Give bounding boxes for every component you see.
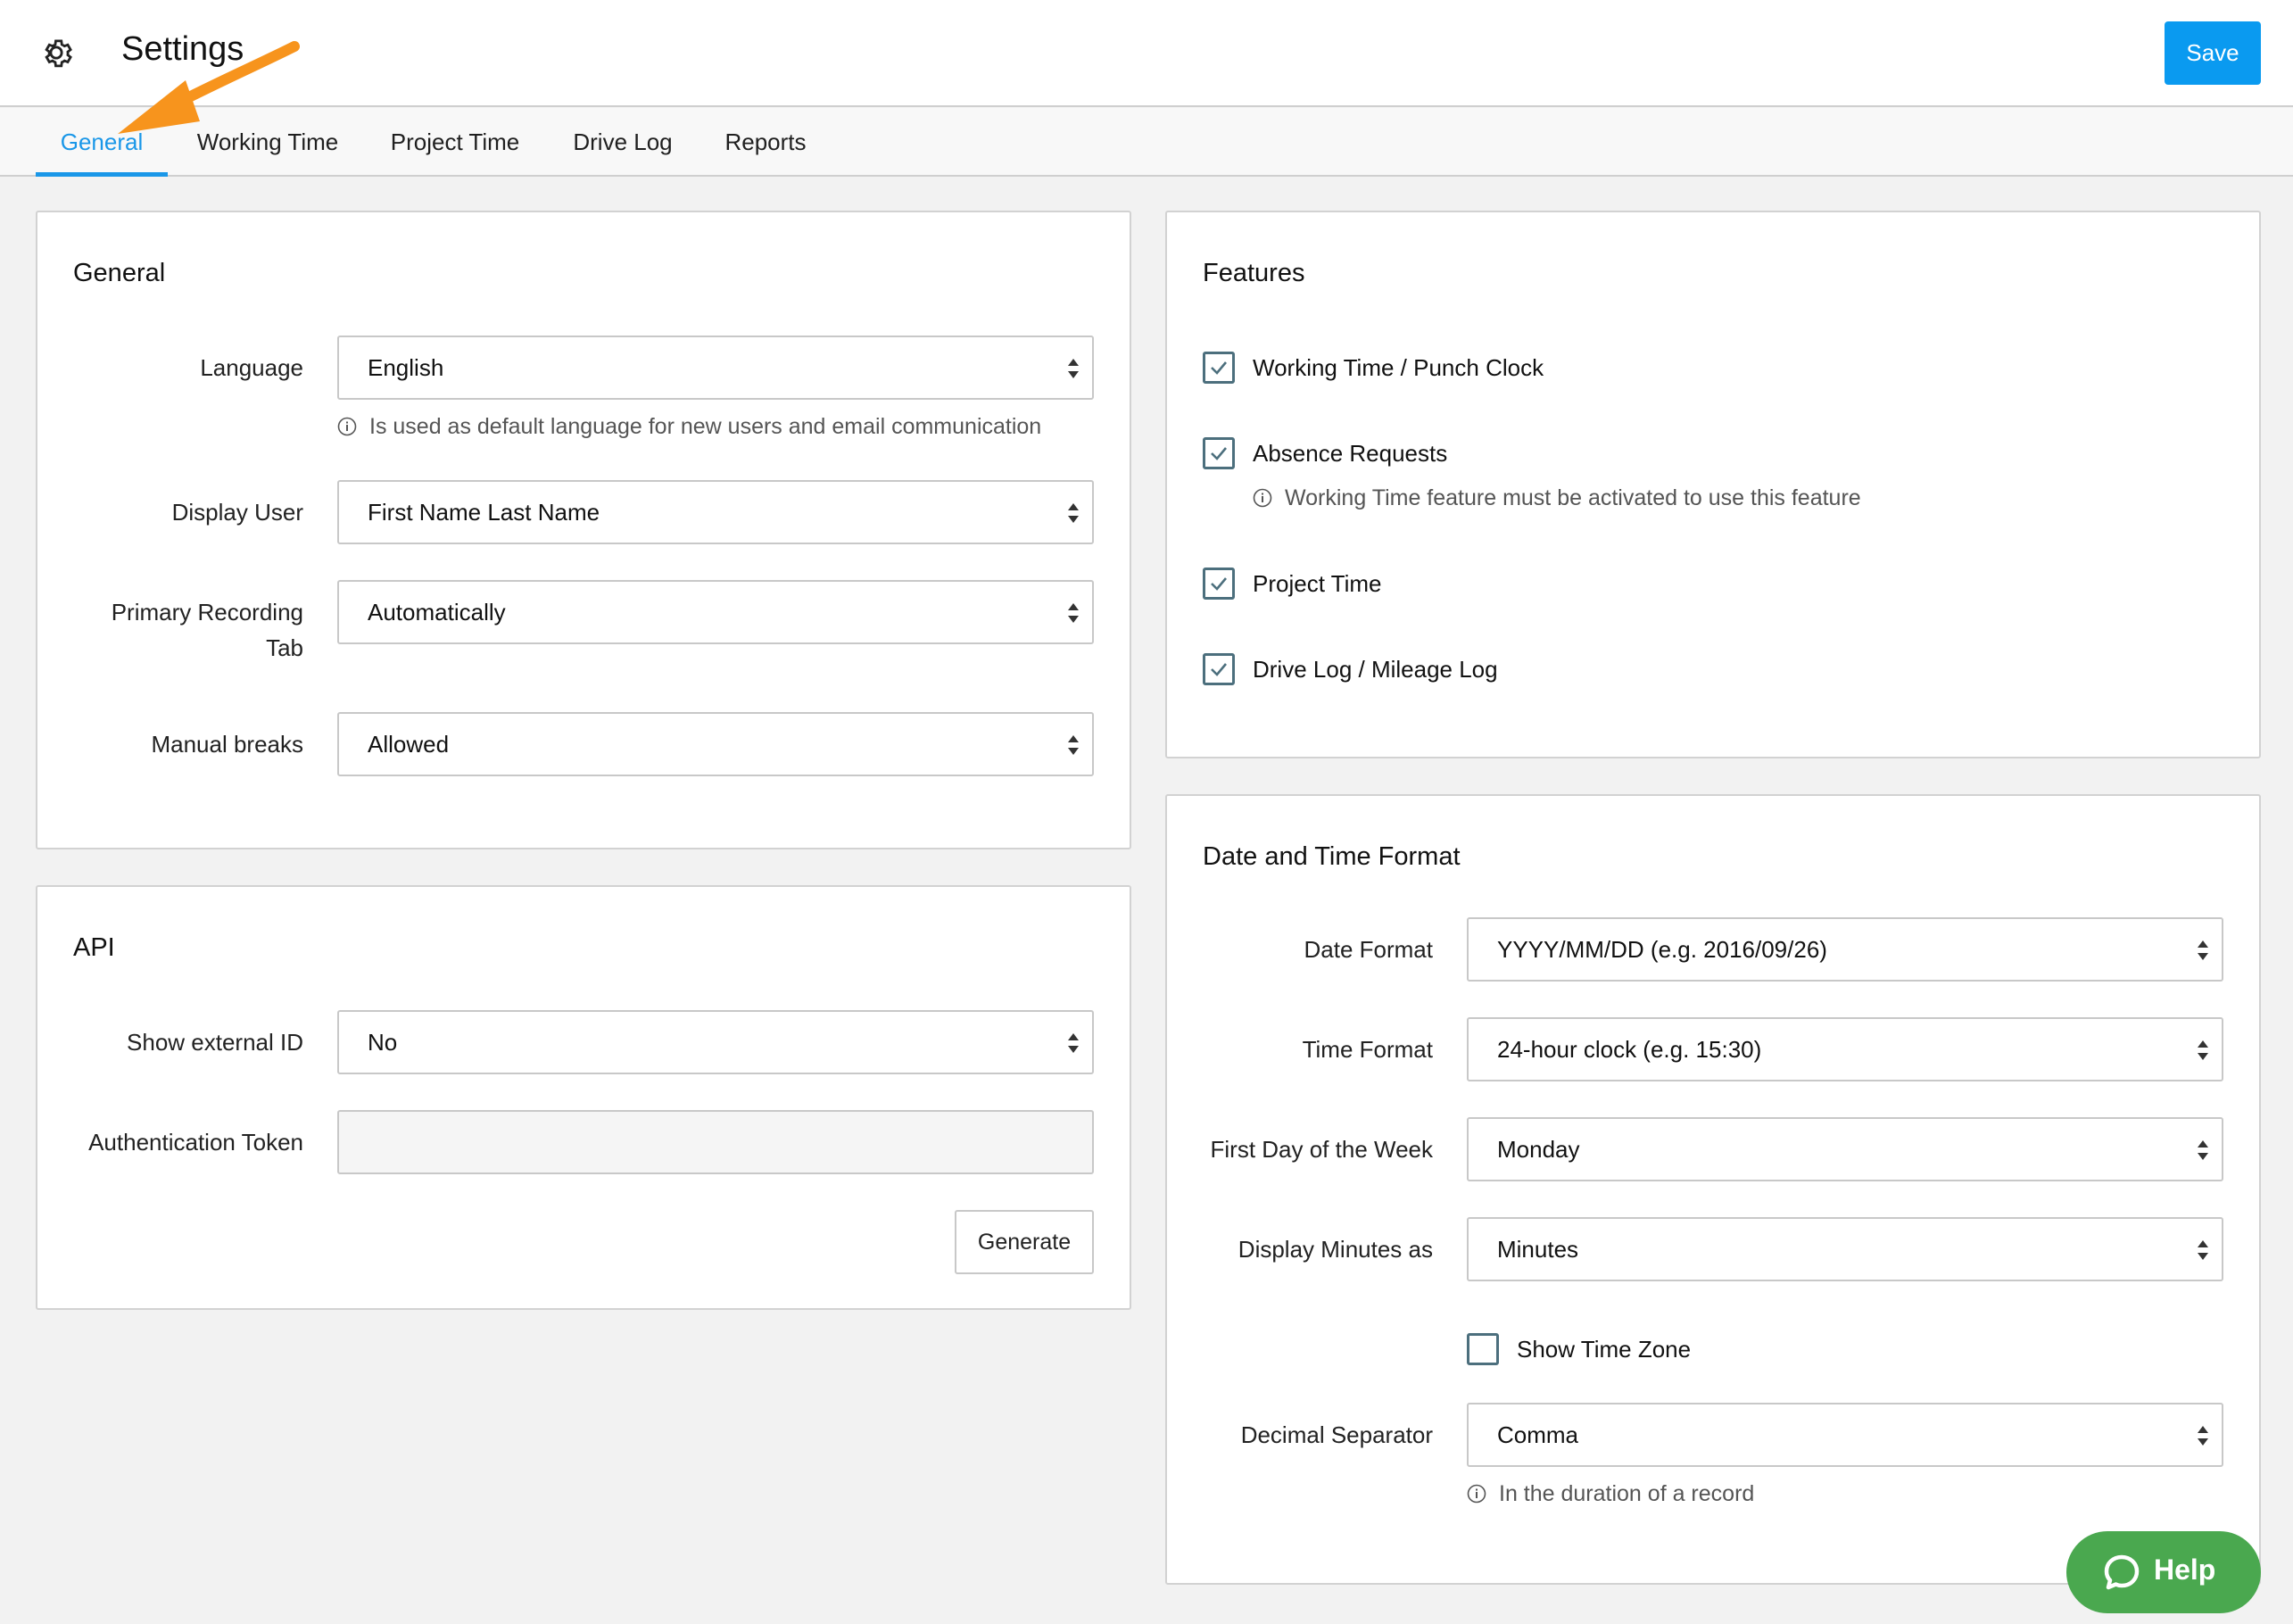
first-day-label: First Day of the Week — [1210, 1136, 1434, 1163]
language-label: Language — [200, 354, 303, 381]
api-card: API Show external ID No Authentication T… — [36, 885, 1131, 1310]
language-select[interactable]: English — [337, 336, 1094, 400]
display-user-value: First Name Last Name — [368, 499, 600, 526]
help-label: Help — [2154, 1554, 2216, 1586]
time-format-label: Time Format — [1302, 1036, 1433, 1063]
datetime-card-title: Date and Time Format — [1203, 842, 1461, 871]
minutes-label: Display Minutes as — [1238, 1236, 1433, 1263]
external-id-value: No — [368, 1029, 398, 1056]
auth-token-label: Authentication Token — [88, 1129, 303, 1156]
manual-breaks-label: Manual breaks — [151, 731, 303, 758]
working-time-label: Working Time / Punch Clock — [1253, 354, 1544, 381]
generate-button[interactable]: Generate — [955, 1210, 1094, 1274]
general-card: General Language English Is used as defa… — [36, 211, 1131, 849]
tab-bar: General Working Time Project Time Drive … — [0, 108, 2293, 177]
decimal-separator-label: Decimal Separator — [1240, 1421, 1433, 1448]
minutes-value: Minutes — [1497, 1236, 1579, 1263]
info-icon — [337, 417, 357, 436]
external-id-label: Show external ID — [127, 1029, 303, 1056]
save-button[interactable]: Save — [2165, 21, 2261, 85]
features-card-title: Features — [1203, 259, 1305, 287]
display-user-label: Display User — [171, 499, 303, 526]
date-format-select[interactable]: YYYY/MM/DD (e.g. 2016/09/26) — [1467, 917, 2223, 982]
drive-log-checkbox[interactable] — [1203, 653, 1235, 685]
auth-token-input[interactable] — [337, 1110, 1094, 1174]
manual-breaks-value: Allowed — [368, 731, 450, 758]
sort-arrows-icon — [2198, 940, 2208, 960]
absence-requests-hint: Working Time feature must be activated t… — [1253, 480, 1861, 516]
time-format-select[interactable]: 24-hour clock (e.g. 15:30) — [1467, 1017, 2223, 1081]
first-day-value: Monday — [1497, 1136, 1580, 1163]
time-format-value: 24-hour clock (e.g. 15:30) — [1497, 1036, 1762, 1063]
absence-requests-checkbox[interactable] — [1203, 437, 1235, 469]
drive-log-label: Drive Log / Mileage Log — [1253, 656, 1498, 683]
primary-tab-select[interactable]: Automatically — [337, 580, 1094, 644]
check-icon — [1211, 447, 1227, 460]
sort-arrows-icon — [1068, 359, 1079, 378]
info-icon — [1467, 1484, 1486, 1504]
sort-arrows-icon — [1068, 735, 1079, 755]
show-time-zone-checkbox[interactable] — [1467, 1333, 1499, 1365]
language-hint: Is used as default language for new user… — [337, 409, 1041, 444]
project-time-label: Project Time — [1253, 570, 1382, 597]
decimal-separator-hint: In the duration of a record — [1467, 1476, 1754, 1512]
display-user-select[interactable]: First Name Last Name — [337, 480, 1094, 544]
check-icon — [1211, 663, 1227, 676]
date-format-label: Date Format — [1304, 936, 1434, 963]
project-time-checkbox[interactable] — [1203, 568, 1235, 600]
decimal-separator-select[interactable]: Comma — [1467, 1403, 2223, 1467]
info-icon — [1253, 488, 1272, 508]
chat-bubble-icon — [2104, 1554, 2140, 1590]
absence-requests-hint-text: Working Time feature must be activated t… — [1285, 485, 1861, 510]
primary-tab-label-line1: Primary Recording — [111, 599, 303, 626]
tab-project-time[interactable]: Project Time — [375, 108, 535, 177]
working-time-checkbox[interactable] — [1203, 352, 1235, 384]
show-time-zone-label: Show Time Zone — [1517, 1336, 1692, 1363]
minutes-select[interactable]: Minutes — [1467, 1217, 2223, 1281]
api-card-title: API — [73, 933, 115, 962]
primary-tab-value: Automatically — [368, 599, 506, 626]
decimal-separator-value: Comma — [1497, 1421, 1579, 1448]
external-id-select[interactable]: No — [337, 1010, 1094, 1074]
language-hint-text: Is used as default language for new user… — [369, 414, 1042, 439]
gear-icon — [45, 39, 72, 68]
language-value: English — [368, 354, 444, 381]
sort-arrows-icon — [2198, 1140, 2208, 1160]
sort-arrows-icon — [2198, 1240, 2208, 1260]
first-day-select[interactable]: Monday — [1467, 1117, 2223, 1181]
datetime-card: Date and Time Format Date Format YYYY/MM… — [1165, 794, 2261, 1585]
tab-reports[interactable]: Reports — [710, 108, 821, 177]
general-card-title: General — [73, 259, 166, 287]
page-header: Settings Save — [0, 0, 2293, 107]
check-icon — [1211, 577, 1227, 591]
annotation-arrow-icon — [118, 41, 300, 134]
sort-arrows-icon — [1068, 603, 1079, 623]
sort-arrows-icon — [1068, 503, 1079, 523]
primary-tab-label: Primary Recording Tab — [37, 594, 303, 666]
absence-requests-label: Absence Requests — [1253, 440, 1448, 467]
date-format-value: YYYY/MM/DD (e.g. 2016/09/26) — [1497, 936, 1827, 963]
help-button[interactable]: Help — [2066, 1531, 2261, 1613]
primary-tab-label-line2: Tab — [266, 634, 303, 661]
sort-arrows-icon — [1068, 1033, 1079, 1053]
sort-arrows-icon — [2198, 1040, 2208, 1060]
sort-arrows-icon — [2198, 1426, 2208, 1446]
manual-breaks-select[interactable]: Allowed — [337, 712, 1094, 776]
decimal-separator-hint-text: In the duration of a record — [1499, 1481, 1755, 1506]
check-icon — [1211, 361, 1227, 375]
features-card: Features Working Time / Punch Clock Abse… — [1165, 211, 2261, 758]
tab-drive-log[interactable]: Drive Log — [560, 108, 685, 177]
